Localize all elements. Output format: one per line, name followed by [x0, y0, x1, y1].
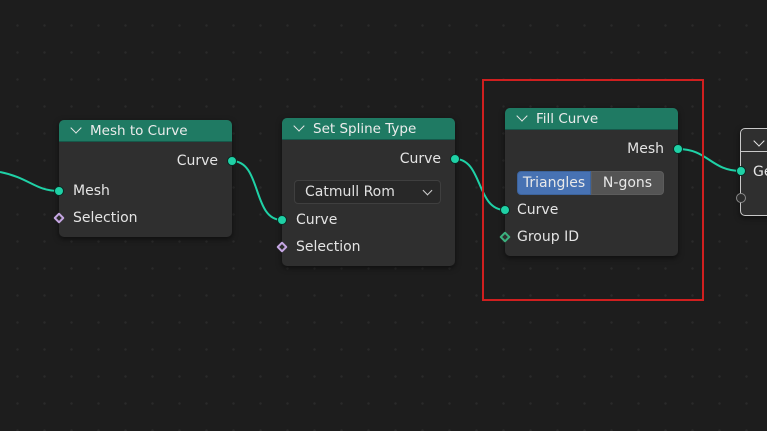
node-header[interactable]: Mesh to Curve [59, 120, 232, 142]
input-unlinked-socket[interactable] [736, 193, 746, 203]
input-geometry-label: Ge [753, 164, 767, 180]
input-curve-label: Curve [296, 212, 338, 228]
node-set-spline-type[interactable]: Set Spline Type Curve Catmull Rom Curve … [282, 118, 455, 266]
link-curve-to-curve [231, 160, 283, 221]
spline-type-value: Catmull Rom [305, 184, 395, 200]
fill-curve-highlight-box [482, 79, 704, 301]
input-geometry-socket[interactable] [736, 166, 746, 176]
node-mesh-to-curve[interactable]: Mesh to Curve Curve Mesh Selection [59, 120, 232, 237]
link-incoming-to-mesh [0, 171, 60, 192]
input-selection-label: Selection [73, 210, 138, 226]
output-curve-socket[interactable] [227, 156, 237, 166]
node-title: Mesh to Curve [90, 122, 188, 139]
spline-type-dropdown[interactable]: Catmull Rom [294, 180, 441, 204]
node-title: Set Spline Type [313, 120, 417, 137]
node-header[interactable]: Set Spline Type [282, 118, 455, 140]
input-curve-socket[interactable] [277, 215, 287, 225]
chevron-down-icon[interactable] [753, 135, 765, 147]
output-curve-label: Curve [399, 151, 441, 167]
output-curve-socket[interactable] [450, 154, 460, 164]
output-curve-label: Curve [176, 153, 218, 169]
input-selection-label: Selection [296, 239, 361, 255]
chevron-down-icon [422, 185, 433, 196]
chevron-down-icon[interactable] [293, 120, 305, 132]
chevron-down-icon[interactable] [70, 122, 82, 134]
input-mesh-socket[interactable] [54, 186, 64, 196]
input-mesh-label: Mesh [73, 183, 110, 199]
node-divider [740, 151, 767, 152]
